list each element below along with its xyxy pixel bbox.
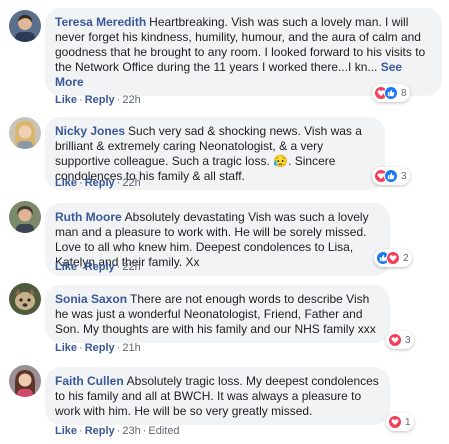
comment-author[interactable]: Sonia Saxon	[55, 292, 127, 306]
reaction-summary[interactable]: 3	[386, 331, 414, 349]
reaction-count: 1	[405, 416, 411, 428]
love-reaction-icon	[386, 251, 400, 265]
comment-actions: Like · Reply · 22h	[55, 94, 141, 106]
comment-actions: Like · Reply · 21h	[55, 342, 141, 354]
avatar[interactable]	[9, 283, 41, 315]
timestamp[interactable]: 22h	[122, 177, 140, 189]
reaction-summary[interactable]: 2	[374, 249, 412, 267]
comment-author[interactable]: Nicky Jones	[55, 124, 125, 138]
like-link[interactable]: Like	[55, 425, 77, 437]
like-link[interactable]: Like	[55, 94, 77, 106]
love-reaction-icon	[388, 415, 402, 429]
reply-link[interactable]: Reply	[85, 425, 115, 437]
comment-actions: Like · Reply · 22h	[55, 177, 141, 189]
avatar[interactable]	[9, 10, 41, 42]
comment-bubble: Teresa Meredith Heartbreaking. Vish was s…	[45, 8, 442, 96]
comment-bubble: Faith Cullen Absolutely tragic loss. My d…	[45, 367, 390, 425]
timestamp[interactable]: 22h	[122, 94, 140, 106]
comment-author[interactable]: Teresa Meredith	[55, 15, 146, 29]
comment-bubble: Sonia Saxon There are not enough words to…	[45, 285, 390, 343]
reaction-summary[interactable]: 1	[386, 413, 414, 431]
like-link[interactable]: Like	[55, 261, 77, 273]
reaction-count: 3	[405, 334, 411, 346]
comment-author[interactable]: Faith Cullen	[55, 374, 124, 388]
reaction-count: 2	[403, 252, 409, 264]
comment-actions: Like · Reply · 22h	[55, 261, 141, 273]
reply-link[interactable]: Reply	[85, 94, 115, 106]
like-reaction-icon	[384, 169, 398, 183]
edited-label[interactable]: Edited	[148, 425, 179, 437]
reaction-summary[interactable]: 8	[372, 84, 410, 102]
reaction-count: 3	[401, 170, 407, 182]
timestamp[interactable]: 22h	[122, 261, 140, 273]
reaction-summary[interactable]: 3	[372, 167, 410, 185]
like-link[interactable]: Like	[55, 342, 77, 354]
avatar[interactable]	[9, 365, 41, 397]
reply-link[interactable]: Reply	[85, 261, 115, 273]
love-reaction-icon	[388, 333, 402, 347]
like-reaction-icon	[384, 86, 398, 100]
reply-link[interactable]: Reply	[85, 177, 115, 189]
reply-link[interactable]: Reply	[85, 342, 115, 354]
comment-author[interactable]: Ruth Moore	[55, 210, 122, 224]
like-link[interactable]: Like	[55, 177, 77, 189]
timestamp[interactable]: 21h	[122, 342, 140, 354]
timestamp[interactable]: 23h	[122, 425, 140, 437]
avatar[interactable]	[9, 201, 41, 233]
comment-actions: Like · Reply · 23h · Edited	[55, 425, 180, 437]
avatar[interactable]	[9, 117, 41, 149]
reaction-count: 8	[401, 87, 407, 99]
